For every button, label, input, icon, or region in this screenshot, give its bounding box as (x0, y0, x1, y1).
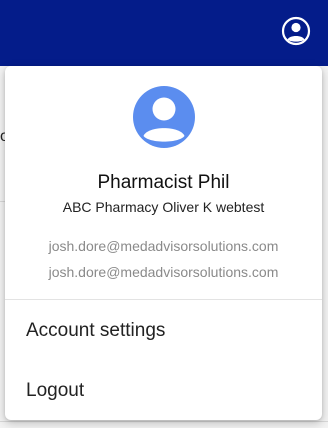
account-settings-menu-item[interactable]: Account settings (5, 303, 322, 359)
background-divider (0, 421, 328, 422)
user-email: josh.dore@medadvisorsolutions.com (48, 264, 279, 280)
account-menu-button[interactable] (279, 14, 313, 48)
user-name: Pharmacist Phil (97, 172, 230, 193)
menu-divider (5, 299, 322, 300)
menu-item-label: Logout (26, 380, 85, 401)
top-app-bar (0, 0, 328, 66)
menu-item-label: Account settings (26, 320, 166, 341)
person-avatar-icon (133, 86, 195, 148)
profile-dropdown-menu: Pharmacist Phil ABC Pharmacy Oliver K we… (5, 66, 322, 420)
logout-menu-item[interactable]: Logout (5, 363, 322, 419)
pharmacy-name: ABC Pharmacy Oliver K webtest (62, 199, 265, 215)
user-email: josh.dore@medadvisorsolutions.com (48, 238, 279, 254)
account-circle-icon (281, 16, 311, 46)
